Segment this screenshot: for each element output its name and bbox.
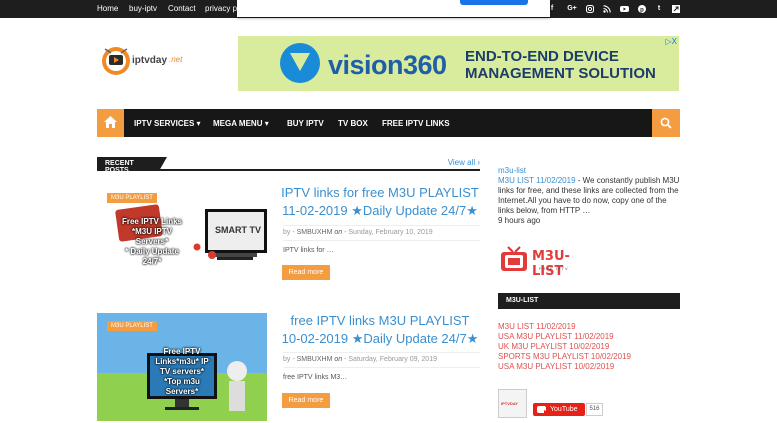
widget-link[interactable]: USA M3U PLAYLIST 11/02/2019 — [498, 332, 631, 342]
ad-logo-triangle — [290, 53, 310, 71]
logo-suffix: .net — [169, 55, 183, 64]
widget-link[interactable]: SPORTS M3U PLAYLIST 10/02/2019 — [498, 352, 631, 362]
thumb-line: Free IPTV Links — [121, 217, 183, 226]
youtube-subscriber-count: 516 — [586, 403, 603, 416]
read-more-button[interactable]: Read more — [282, 265, 330, 280]
google-plus-icon[interactable]: G+ — [566, 5, 578, 13]
search-button[interactable] — [652, 109, 680, 137]
thumb-text: Free IPTV Links*m3u* IP TV servers* *Top… — [127, 347, 237, 397]
sidebar-post-title[interactable]: M3U LIST 11/02/2019 — [498, 176, 576, 185]
m3u-list-logo[interactable]: M3U-LIST FREE IPTV — [499, 244, 594, 279]
recent-posts-header: RECENT POSTS View all › — [97, 157, 480, 174]
topnav-home[interactable]: Home — [97, 4, 118, 13]
topnav-contact[interactable]: Contact — [168, 4, 196, 13]
recent-posts-tab-corner — [159, 157, 167, 171]
post-author[interactable]: SMBUXHM — [297, 356, 333, 363]
widget-link[interactable]: USA M3U PLAYLIST 10/02/2019 — [498, 362, 631, 372]
post-thumbnail[interactable]: M3U PLAYLIST Free IPTV Links*m3u* IP TV … — [97, 313, 267, 421]
widget-title: M3U-LIST — [506, 297, 539, 304]
nav-buy-iptv[interactable]: BUY IPTV — [287, 119, 324, 128]
instagram-icon[interactable] — [586, 5, 594, 13]
post-excerpt: free IPTV links M3… — [283, 374, 348, 381]
post-thumbnail[interactable]: M3U PLAYLIST Free IPTV Links *M3U IPTV S… — [97, 185, 267, 295]
thumb-tv-text: SMART TV — [215, 225, 261, 235]
thumb-line: Links*m3u* IP — [155, 357, 209, 366]
widget-header-underline — [498, 307, 680, 309]
post-excerpt: IPTV links for … — [283, 247, 334, 254]
thumb-text: Free IPTV Links *M3U IPTV Servers* * Dai… — [111, 217, 193, 267]
nav-tv-box[interactable]: TV BOX — [338, 119, 368, 128]
post-label[interactable]: M3U PLAYLIST — [107, 321, 157, 331]
cookie-popup — [237, 0, 550, 17]
divider — [283, 367, 480, 368]
nav-mega-menu[interactable]: MEGA MENU ▾ — [213, 119, 269, 128]
post-title[interactable]: free IPTV links M3U PLAYLIST 10-02-2019 … — [281, 312, 479, 348]
read-more-button[interactable]: Read more — [282, 393, 330, 408]
topnav-buy-iptv[interactable]: buy-iptv — [129, 4, 157, 13]
thumb-line: Free IPTV — [163, 347, 201, 356]
widget-link[interactable]: UK M3U PLAYLIST 10/02/2019 — [498, 342, 631, 352]
nav-iptv-services[interactable]: IPTV SERVICES ▾ — [134, 119, 201, 128]
ad-tagline-2: MANAGEMENT SOLUTION — [465, 65, 656, 82]
recent-posts-title: RECENT POSTS — [105, 160, 134, 174]
search-icon — [660, 117, 672, 129]
ad-brand: vision360 — [328, 50, 447, 80]
thumb-line: *M3U IPTV — [131, 227, 172, 236]
svg-text:p: p — [640, 7, 644, 13]
widget-header: M3U-LIST — [498, 293, 680, 307]
ad-banner[interactable]: vision360 END-TO-END DEVICE MANAGEMENT S… — [238, 36, 679, 91]
thumb-line: TV servers* — [159, 367, 205, 376]
divider — [283, 352, 480, 353]
post-meta: by - SMBUXHM on - Sunday, February 10, 2… — [283, 229, 433, 236]
topnav-privacy[interactable]: privacy p — [205, 4, 237, 13]
nav-free-iptv-links[interactable]: FREE IPTV LINKS — [382, 119, 450, 128]
sidebar-post-category[interactable]: m3u-list — [498, 166, 683, 176]
nav-home-button[interactable] — [97, 109, 124, 137]
post-on: on — [334, 229, 343, 236]
youtube-play-icon — [544, 410, 548, 414]
divider — [283, 225, 480, 226]
home-icon — [104, 116, 117, 128]
youtube-icon[interactable] — [620, 5, 629, 13]
widget-link[interactable]: M3U LIST 11/02/2019 — [498, 322, 631, 332]
sidebar-post-time: 9 hours ago — [498, 216, 541, 225]
youtube-icon — [537, 406, 548, 414]
view-all-link[interactable]: View all › — [448, 158, 480, 167]
share-icon[interactable] — [672, 5, 680, 13]
tumblr-icon[interactable]: t — [655, 5, 663, 13]
post-title[interactable]: IPTV links for free M3U PLAYLIST 11-02-2… — [281, 184, 479, 220]
youtube-label: YouTube — [550, 406, 578, 413]
popup-accept-button[interactable] — [460, 0, 528, 5]
post-label[interactable]: M3U PLAYLIST — [107, 193, 157, 203]
thumb-line: Servers* — [135, 237, 169, 246]
avatar-text: IPTVDAY — [501, 401, 518, 406]
m3u-logo-text: M3U-LIST — [532, 249, 570, 279]
rss-icon[interactable] — [603, 5, 611, 13]
pinterest-icon[interactable]: p — [638, 5, 646, 13]
post-date: Sunday, February 10, 2019 — [348, 229, 433, 236]
m3u-logo-sub: FREE IPTV — [539, 266, 569, 271]
site-logo[interactable]: iptvday .net — [101, 44, 191, 78]
thumb-line: * Daily Update — [125, 247, 179, 256]
ad-close-icon[interactable]: ▷X — [666, 37, 678, 46]
thumb-line: 24/7* — [142, 257, 162, 266]
thumb-line: *Top m3u — [164, 377, 200, 386]
post-meta: by - SMBUXHM on - Saturday, February 09,… — [283, 356, 437, 363]
thumb-line: Servers* — [165, 387, 199, 396]
widget-link-list: M3U LIST 11/02/2019 USA M3U PLAYLIST 11/… — [498, 322, 631, 372]
divider — [283, 240, 480, 241]
post-author[interactable]: SMBUXHM — [297, 229, 333, 236]
recent-posts-tab: RECENT POSTS — [97, 157, 159, 174]
post-date: Saturday, February 09, 2019 — [348, 356, 437, 363]
sidebar-recent-post: m3u-list M3U LIST 11/02/2019 - We consta… — [498, 166, 683, 226]
youtube-subscribe-button[interactable]: YouTube — [533, 403, 585, 416]
post-on: on — [334, 356, 343, 363]
main-nav: IPTV SERVICES ▾ MEGA MENU ▾ BUY IPTV TV … — [97, 109, 680, 137]
logo-text: iptvday — [132, 55, 168, 66]
youtube-channel-avatar[interactable]: IPTVDAY — [498, 389, 527, 418]
ad-tagline-1: END-TO-END DEVICE — [465, 48, 619, 65]
